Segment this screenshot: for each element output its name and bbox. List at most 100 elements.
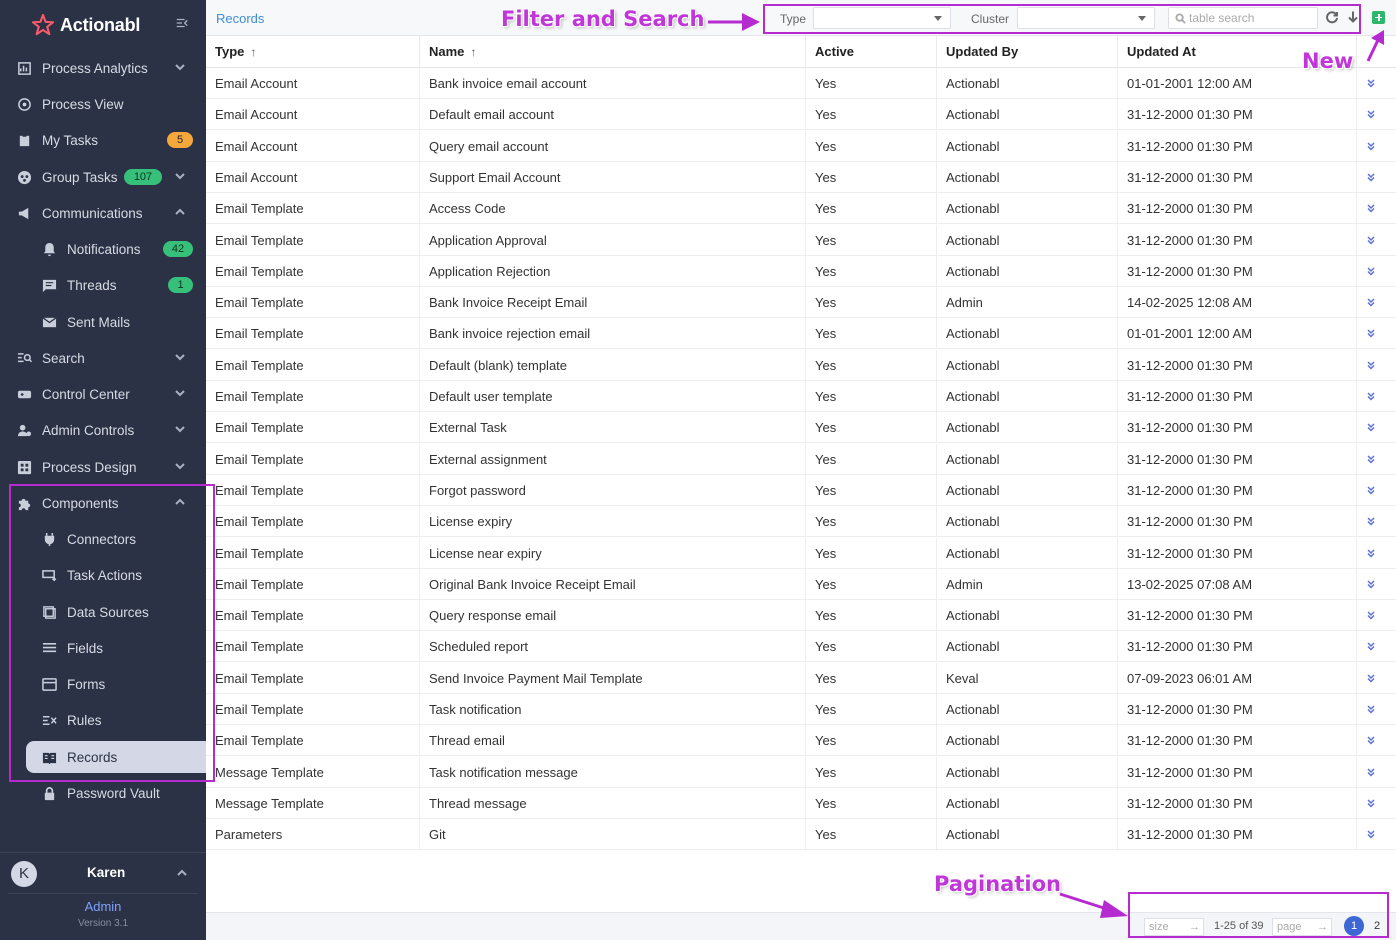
table-cell: Query response email	[420, 600, 806, 632]
expand-row-icon[interactable]	[1366, 201, 1380, 215]
expand-row-icon[interactable]	[1366, 671, 1380, 685]
sort-ascending-icon[interactable]: ↑	[470, 36, 476, 68]
expand-row-icon[interactable]	[1366, 295, 1380, 309]
table-row[interactable]: Email Template Scheduled report Yes Actiona…	[206, 631, 1396, 663]
chevron-up-icon[interactable]	[174, 206, 188, 220]
table-row[interactable]: Email Account Default email account Yes Act…	[206, 99, 1396, 131]
table-row[interactable]: Parameters Git Yes Actionabl 31-12-2000 01:3…	[206, 819, 1396, 851]
sidebar-item-process-design[interactable]: Process Design	[0, 451, 206, 483]
expand-row-icon[interactable]	[1366, 76, 1380, 90]
group-icon	[16, 169, 32, 185]
sidebar-item-my-tasks[interactable]: My Tasks 5	[0, 124, 206, 156]
column-header-type[interactable]: Type ↑	[206, 36, 420, 68]
sidebar-item-notifications[interactable]: Notifications 42	[0, 233, 206, 265]
table-row[interactable]: Email Template External Task Yes Actionabl 3…	[206, 412, 1396, 444]
app-logo[interactable]: Actionabl	[32, 12, 140, 38]
expand-row-icon[interactable]	[1366, 514, 1380, 528]
expand-row-icon[interactable]	[1366, 483, 1380, 497]
column-header-active[interactable]: Active	[806, 36, 937, 68]
table-row[interactable]: Email Template Task notification Yes Action…	[206, 694, 1396, 725]
expand-row-icon[interactable]	[1366, 639, 1380, 653]
sidebar-item-process-analytics[interactable]: Process Analytics	[0, 52, 206, 84]
chevron-down-icon[interactable]	[174, 61, 188, 75]
sidebar-item-search[interactable]: Search	[0, 342, 206, 374]
table-row[interactable]: Email Template Query response email Yes Act…	[206, 600, 1396, 632]
table-row[interactable]: Email Template Thread email Yes Actionabl 31…	[206, 725, 1396, 757]
table-row[interactable]: Message Template Task notification messag…	[206, 756, 1396, 788]
table-row[interactable]: Email Template Bank invoice rejection ema…	[206, 318, 1396, 350]
sidebar-item-communications[interactable]: Communications	[0, 197, 206, 229]
table-row[interactable]: Email Template License near expiry Yes Acti…	[206, 537, 1396, 569]
table-row[interactable]: Email Template License expiry Yes Actionabl…	[206, 506, 1396, 538]
expand-row-icon[interactable]	[1366, 577, 1380, 591]
expand-row-icon[interactable]	[1366, 264, 1380, 278]
expand-row-icon[interactable]	[1366, 389, 1380, 403]
table-row[interactable]: Email Template Forgot password Yes Actionab…	[206, 474, 1396, 506]
expand-row-icon[interactable]	[1366, 233, 1380, 247]
chevron-down-icon[interactable]	[174, 170, 188, 184]
sidebar-item-admin-controls[interactable]: Admin Controls	[0, 414, 206, 446]
table-cell: Actionabl	[937, 381, 1118, 412]
table-cell: Email Account	[206, 68, 420, 99]
expand-row-icon[interactable]	[1366, 702, 1380, 716]
chevron-down-icon[interactable]	[174, 423, 188, 437]
column-header-updated-by[interactable]: Updated By	[937, 36, 1118, 68]
sidebar-item-control-center[interactable]: Control Center	[0, 378, 206, 410]
sort-ascending-icon[interactable]: ↑	[250, 36, 256, 68]
table-row[interactable]: Email Account Query email account Yes Actio…	[206, 130, 1396, 162]
table-row[interactable]: Email Account Support Email Account Yes Act…	[206, 161, 1396, 193]
table-row[interactable]: Email Template Application Rejection Yes Ac…	[206, 255, 1396, 287]
clipboard-icon	[16, 132, 32, 148]
table-cell: Support Email Account	[420, 161, 806, 193]
expand-row-icon[interactable]	[1366, 765, 1380, 779]
chevron-down-icon[interactable]	[174, 351, 188, 365]
expand-row-icon[interactable]	[1366, 546, 1380, 560]
expand-row-icon[interactable]	[1366, 733, 1380, 747]
table-cell: 31-12-2000 01:30 PM	[1118, 193, 1357, 225]
table-row[interactable]: Email Template Default user template Yes Ac…	[206, 381, 1396, 412]
table-cell: Yes	[806, 412, 937, 444]
annotation-arrow-new-icon	[1366, 30, 1384, 62]
table-row[interactable]: Email Template Original Bank Invoice Rece…	[206, 568, 1396, 600]
expand-row-icon[interactable]	[1366, 170, 1380, 184]
expand-row-icon[interactable]	[1366, 326, 1380, 340]
expand-row-icon[interactable]	[1366, 358, 1380, 372]
filter-highlight-box	[763, 4, 1361, 34]
sidebar-item-sent-mails[interactable]: Sent Mails	[0, 306, 206, 338]
table-row[interactable]: Email Template Bank Invoice Receipt Email…	[206, 287, 1396, 319]
expand-row-icon[interactable]	[1366, 420, 1380, 434]
column-header-name[interactable]: Name ↑	[420, 36, 806, 68]
chevron-down-icon[interactable]	[174, 460, 188, 474]
table-row[interactable]: Email Template Send Invoice Payment Mail …	[206, 662, 1396, 694]
table-row[interactable]: Email Account Bank invoice email account Y…	[206, 68, 1396, 99]
table-cell: Yes	[806, 474, 937, 506]
table-row[interactable]: Email Template Default (blank) template Ye…	[206, 349, 1396, 381]
expand-row-icon[interactable]	[1366, 608, 1380, 622]
expand-row-icon[interactable]	[1366, 827, 1380, 841]
chevron-down-icon[interactable]	[174, 387, 188, 401]
add-record-button[interactable]	[1372, 11, 1385, 24]
breadcrumb[interactable]: Records	[216, 11, 264, 26]
divider	[8, 893, 198, 894]
table-row[interactable]: Email Template External assignment Yes Acti…	[206, 443, 1396, 475]
table-cell: Email Account	[206, 130, 420, 162]
expand-row-icon[interactable]	[1366, 107, 1380, 121]
table-row[interactable]: Email Template Application Approval Yes Act…	[206, 224, 1396, 256]
expand-row-icon[interactable]	[1366, 139, 1380, 153]
table-cell: Actionabl	[937, 130, 1118, 162]
chevron-up-icon[interactable]	[176, 867, 188, 879]
user-role-link[interactable]: Admin	[0, 899, 206, 914]
table-row[interactable]: Message Template Thread message Yes Actiona…	[206, 787, 1396, 819]
table-cell: Actionabl	[937, 224, 1118, 256]
sidebar-item-group-tasks[interactable]: Group Tasks 107	[0, 161, 206, 193]
expand-row-icon[interactable]	[1366, 452, 1380, 466]
table-cell: Yes	[806, 68, 937, 99]
sidebar-item-process-view[interactable]: Process View	[0, 88, 206, 120]
expand-row-icon[interactable]	[1366, 796, 1380, 810]
user-name[interactable]: Karen	[87, 865, 125, 880]
sidebar-item-threads[interactable]: Threads 1	[0, 269, 206, 301]
table-cell: Email Template	[206, 600, 420, 632]
avatar[interactable]: K	[11, 861, 37, 887]
collapse-sidebar-icon[interactable]	[174, 16, 190, 32]
table-row[interactable]: Email Template Access Code Yes Actionabl 31-…	[206, 193, 1396, 225]
